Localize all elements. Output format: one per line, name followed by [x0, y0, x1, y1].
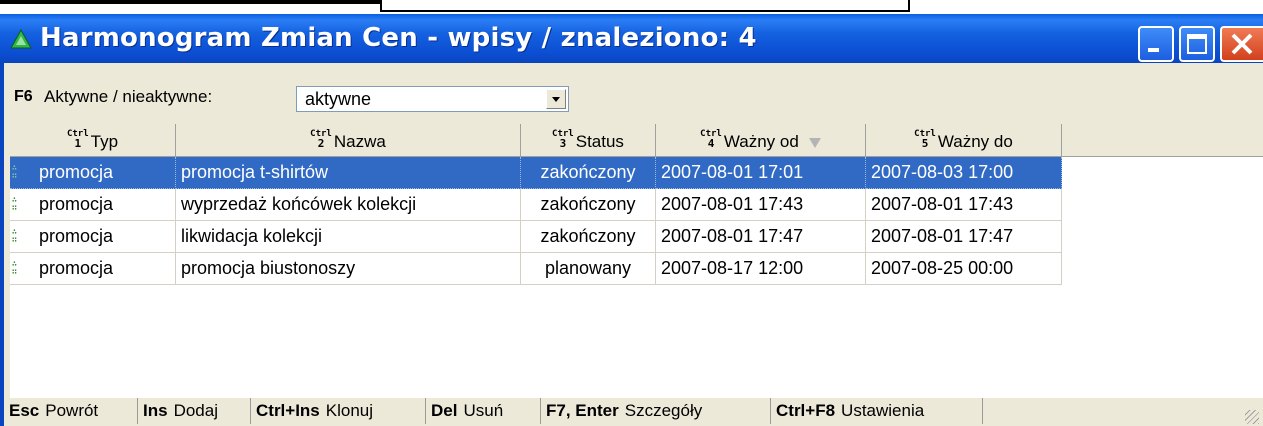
cell-do: 2007-08-01 17:43	[866, 189, 1062, 221]
cell-typ: ∴ ∷ promocja	[10, 189, 176, 221]
cell-do: 2007-08-03 17:00	[866, 157, 1062, 189]
cell-od: 2007-08-01 17:47	[656, 221, 866, 253]
cell-status: planowany	[521, 253, 656, 285]
cell-typ-text: promocja	[39, 226, 114, 246]
column-label: Ważny od	[723, 132, 799, 151]
cell-status: zakończony	[521, 221, 656, 253]
resize-grip-icon[interactable]	[1245, 410, 1259, 424]
cell-nazwa: promocja t-shirtów	[176, 157, 521, 189]
column-header-wazny-do[interactable]: Ctrl 5 Ważny do	[866, 124, 1062, 156]
cell-od: 2007-08-01 17:43	[656, 189, 866, 221]
cell-nazwa: likwidacja kolekcji	[176, 221, 521, 253]
title-bar[interactable]: Harmonogram Zmian Cen - wpisy / znalezio…	[0, 14, 1263, 63]
minimize-icon	[1148, 48, 1159, 52]
column-label: Status	[575, 132, 624, 151]
maximize-button[interactable]	[1179, 26, 1215, 62]
shortcut-bar: Esc Powrót Ins Dodaj Ctrl+Ins Klonuj Del Usu…	[4, 398, 1263, 426]
filter-label: Aktywne / nieaktywne:	[44, 87, 213, 106]
top-edge	[0, 0, 1263, 14]
shortcut-ins[interactable]: Ins Dodaj	[138, 398, 251, 424]
cell-status: zakończony	[521, 189, 656, 221]
cell-nazwa: wyprzedaż końcówek kolekcji	[176, 189, 521, 221]
minimize-button[interactable]	[1138, 26, 1174, 62]
column-header-status[interactable]: Ctrl 3 Status	[521, 124, 656, 156]
ctrl-shortcut-hint: Ctrl 5	[914, 129, 936, 150]
shortcut-f7-enter[interactable]: F7, Enter Szczegóły	[541, 398, 771, 424]
cell-od: 2007-08-01 17:01	[656, 157, 866, 189]
active-filter-select[interactable]: aktywne	[296, 86, 569, 112]
active-filter-value: aktywne	[305, 89, 372, 109]
cell-nazwa: promocja biustonoszy	[176, 253, 521, 285]
column-header-nazwa[interactable]: Ctrl 2 Nazwa	[176, 124, 521, 156]
table-header: Ctrl 1 Typ Ctrl 2 Nazwa Ctrl 3 Status Ctrl 4 Waż…	[10, 124, 1263, 157]
table-row[interactable]: ∴ ∷ promocja promocja biustonoszy planowany 2…	[10, 253, 1062, 285]
cell-do: 2007-08-01 17:47	[866, 221, 1062, 253]
ctrl-shortcut-hint: Ctrl 2	[310, 129, 332, 150]
cell-typ: ∴ ∷ promocja	[10, 253, 176, 285]
schedule-table: Ctrl 1 Typ Ctrl 2 Nazwa Ctrl 3 Status Ctrl 4 Waż…	[10, 124, 1263, 398]
column-label: Ważny do	[937, 132, 1013, 151]
shortcut-esc[interactable]: Esc Powrót	[4, 398, 138, 424]
cell-typ-text: promocja	[39, 194, 114, 214]
window-title: Harmonogram Zmian Cen - wpisy / znalezio…	[40, 23, 757, 53]
column-label: Typ	[90, 132, 119, 151]
ctrl-shortcut-hint: Ctrl 3	[552, 129, 574, 150]
cell-od: 2007-08-17 12:00	[656, 253, 866, 285]
price-tag-icon: ∴ ∷	[12, 163, 17, 180]
top-edge-box	[380, 0, 910, 12]
app-icon	[10, 29, 32, 49]
ctrl-shortcut-hint: Ctrl 4	[700, 129, 722, 150]
cell-typ-text: promocja	[39, 162, 114, 182]
column-label: Nazwa	[333, 132, 386, 151]
table-row[interactable]: ∴ ∷ promocja likwidacja kolekcji zakończony 2…	[10, 221, 1062, 253]
cell-typ: ∴ ∷ promocja	[10, 157, 176, 189]
table-row[interactable]: ∴ ∷ promocja promocja t-shirtów zakończony 20…	[10, 157, 1062, 189]
close-button[interactable]	[1220, 26, 1263, 62]
shortcut-ctrl-f8[interactable]: Ctrl+F8 Ustawienia	[771, 398, 983, 424]
sort-descending-icon	[808, 137, 821, 148]
column-header-wazny-od[interactable]: Ctrl 4 Ważny od	[656, 124, 866, 156]
filter-shortcut: F6	[14, 88, 33, 105]
shortcut-del[interactable]: Del Usuń	[426, 398, 541, 424]
top-edge-line	[0, 0, 380, 4]
price-tag-icon: ∴ ∷	[12, 227, 17, 244]
close-icon	[1231, 33, 1253, 55]
maximize-icon	[1187, 34, 1207, 54]
shortcut-ctrl-ins[interactable]: Ctrl+Ins Klonuj	[251, 398, 426, 424]
cell-status: zakończony	[521, 157, 656, 189]
price-tag-icon: ∴ ∷	[12, 259, 17, 276]
cell-do: 2007-08-25 00:00	[866, 253, 1062, 285]
dropdown-arrow-icon[interactable]	[546, 89, 566, 109]
cell-typ: ∴ ∷ promocja	[10, 221, 176, 253]
price-tag-icon: ∴ ∷	[12, 195, 17, 212]
cell-typ-text: promocja	[39, 258, 114, 278]
table-row[interactable]: ∴ ∷ promocja wyprzedaż końcówek kolekcji zak…	[10, 189, 1062, 221]
ctrl-shortcut-hint: Ctrl 1	[66, 129, 89, 150]
column-header-typ[interactable]: Ctrl 1 Typ	[10, 124, 176, 156]
